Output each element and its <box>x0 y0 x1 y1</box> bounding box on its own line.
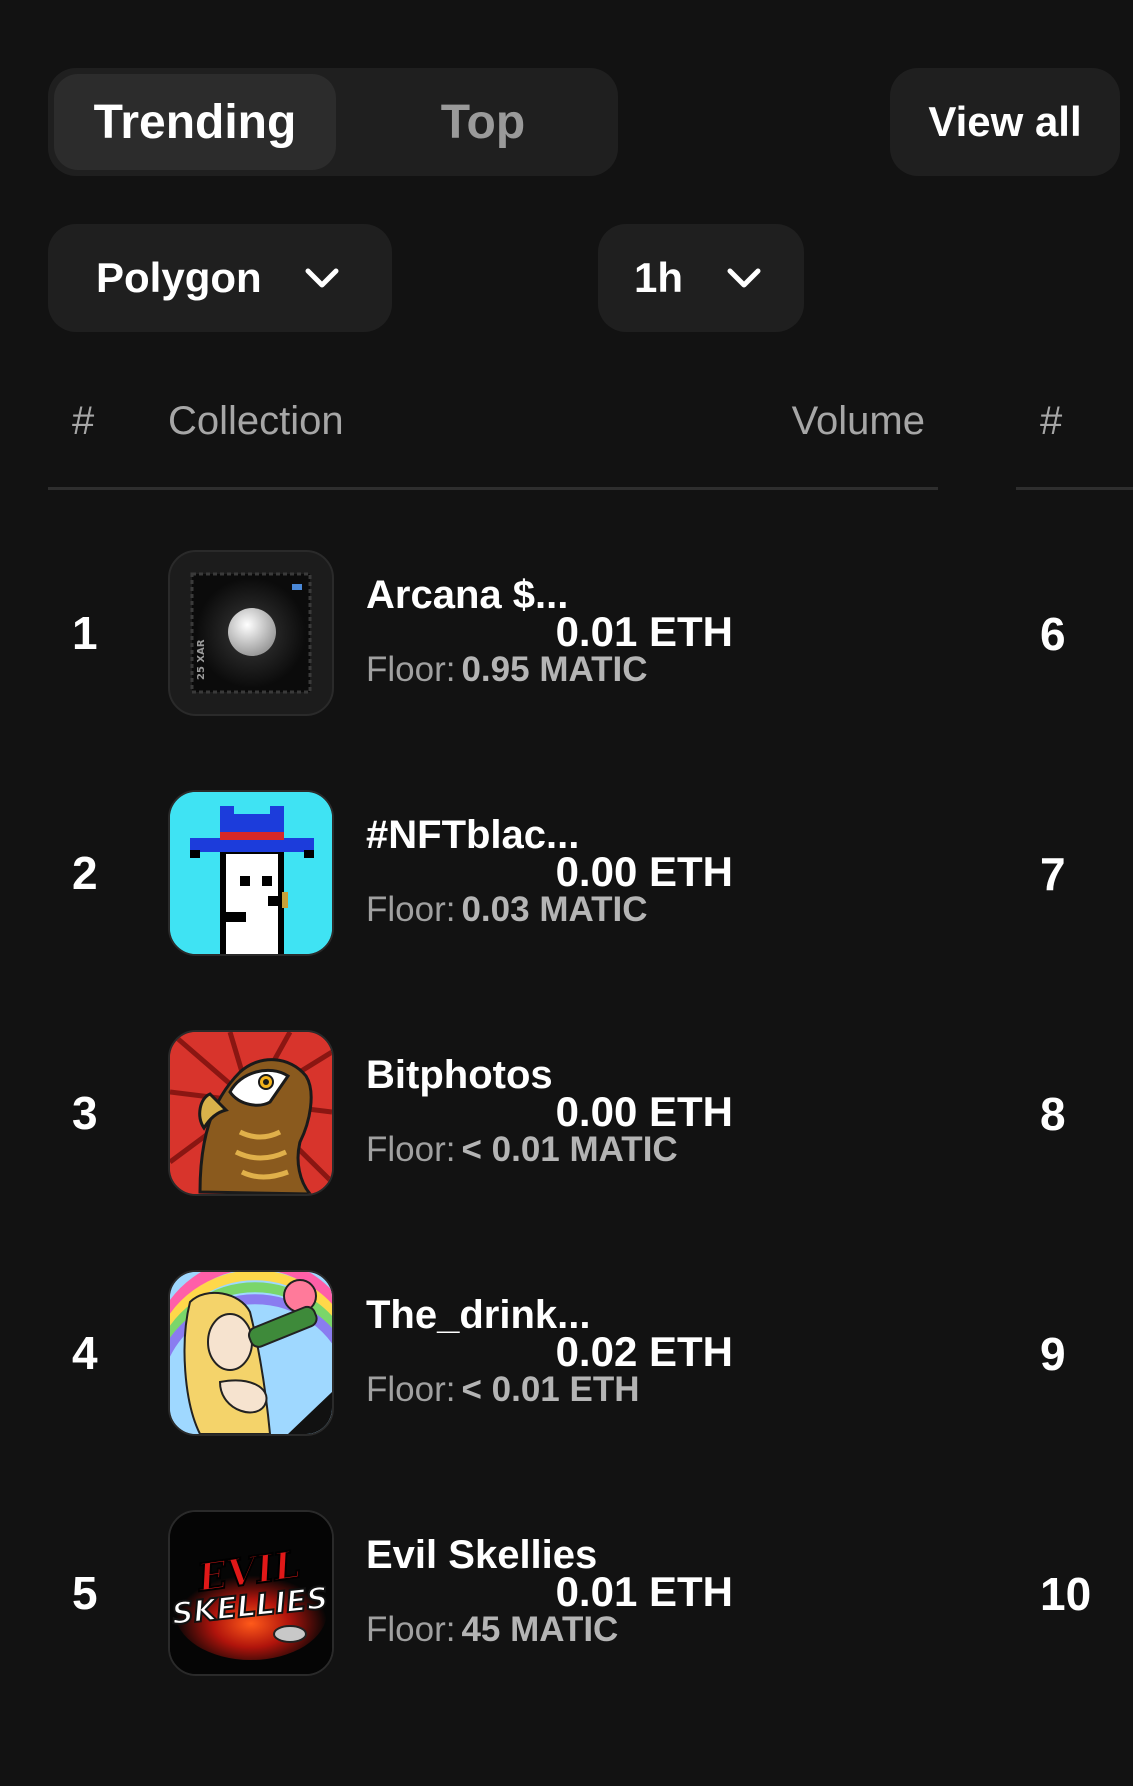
row-rank-2: 10 <box>1040 1568 1092 1620</box>
collection-name: Arcana $... <box>366 573 569 617</box>
chain-dropdown-label: Polygon <box>96 254 262 301</box>
eagle-icon <box>168 1030 334 1196</box>
header-divider <box>48 487 938 490</box>
table-row[interactable]: 3 Bitphotos Floor: < 0.01 MATIC 0.00 ETH <box>0 1030 940 1198</box>
collection-volume: 0.01 ETH <box>555 608 733 655</box>
evil-skellies-logo-icon: EVIL SKELLIES <box>168 1510 334 1676</box>
row-rank: 4 <box>72 1327 98 1379</box>
row-rank-2: 9 <box>1040 1328 1066 1380</box>
period-dropdown[interactable]: 1h <box>598 224 804 332</box>
table-row[interactable]: 4 The_drink... Floor: < 0.01 ETH 0.02 ETH <box>0 1270 940 1438</box>
header-divider <box>1016 487 1133 490</box>
collection-volume: 0.00 ETH <box>555 848 733 895</box>
table-row[interactable]: 2 #NFTblac... Floor: 0.03 MATIC 0.00 ETH <box>0 790 940 958</box>
svg-text:25 XAR: 25 XAR <box>196 639 207 680</box>
period-dropdown-label: 1h <box>634 254 684 301</box>
collection-volume: 0.00 ETH <box>555 1088 733 1135</box>
view-all-button[interactable]: View all <box>890 68 1120 176</box>
row-rank-2: 7 <box>1040 848 1066 900</box>
collection-name: #NFTblac... <box>366 813 580 857</box>
chevron-down-icon <box>727 268 761 288</box>
chevron-down-icon <box>305 268 339 288</box>
punk-cowboy-icon <box>168 790 334 956</box>
row-rank: 3 <box>72 1087 98 1139</box>
row-rank: 1 <box>72 607 98 659</box>
tab-trending[interactable]: Trending <box>54 74 336 170</box>
column-header-volume[interactable]: Volume <box>792 396 925 446</box>
drinking-woman-icon <box>168 1270 334 1436</box>
collection-name: Bitphotos <box>366 1053 553 1097</box>
chain-dropdown[interactable]: Polygon <box>48 224 392 332</box>
row-rank-2: 6 <box>1040 608 1066 660</box>
row-rank: 5 <box>72 1567 98 1619</box>
table-row[interactable]: 5 EVIL SKELLIES Evil Skellies Floor: 45 M… <box>0 1510 940 1678</box>
column-header-rank-2: # <box>1040 399 1063 443</box>
arcana-stamp-icon: 25 XAR <box>168 550 334 716</box>
collection-volume: 0.02 ETH <box>555 1328 733 1375</box>
row-rank: 2 <box>72 847 98 899</box>
table-row[interactable]: 1 25 XAR Arcana $... Floor: 0.95 MATIC 0.… <box>0 550 940 718</box>
column-header-rank: # <box>72 399 95 443</box>
column-header-collection[interactable]: Collection <box>168 396 344 446</box>
tab-top[interactable]: Top <box>358 74 608 170</box>
collection-volume: 0.01 ETH <box>555 1568 733 1615</box>
row-rank-2: 8 <box>1040 1088 1066 1140</box>
tab-switcher: Trending Top <box>48 68 618 176</box>
